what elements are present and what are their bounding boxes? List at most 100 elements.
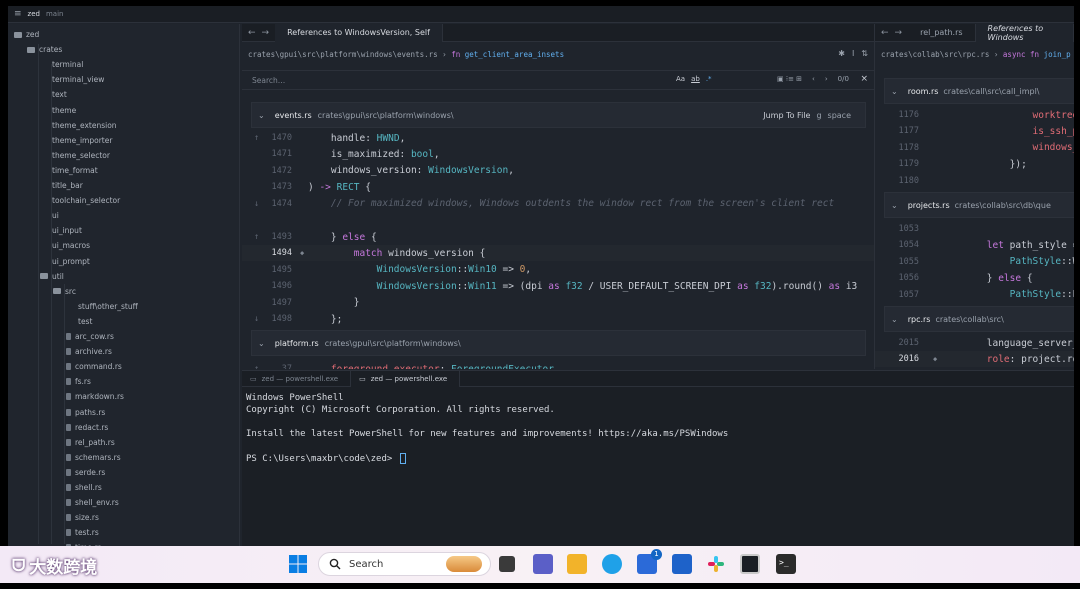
- code-line[interactable]: 1055 PathStyle::W: [875, 254, 1074, 270]
- tree-folder[interactable]: crates: [27, 42, 62, 57]
- gutter-arrow-icon[interactable]: ↑: [254, 232, 259, 242]
- tree-folder[interactable]: ui_prompt: [40, 254, 90, 269]
- terminal-tab-1[interactable]: ▭ zed — powershell.exe: [242, 371, 352, 387]
- code-line[interactable]: 1471 is_maximized: bool,: [242, 146, 874, 162]
- code-line[interactable]: 1178 windows_path: [875, 140, 1074, 156]
- task-view-icon[interactable]: [499, 556, 515, 572]
- search-input[interactable]: Search…: [252, 76, 285, 85]
- excerpt-header-platform[interactable]: ⌄ platform.rs crates\gpui\src\platform\w…: [251, 330, 866, 356]
- whole-word-toggle[interactable]: ab: [691, 75, 700, 83]
- terminal-icon[interactable]: >_: [776, 554, 796, 574]
- code-line[interactable]: 2016 ◆ role: project.ro: [875, 351, 1074, 368]
- breadcrumb[interactable]: crates\gpui\src\platform\windows\events.…: [248, 50, 564, 59]
- excerpt-header-events[interactable]: ⌄ events.rs crates\gpui\src\platform\win…: [251, 102, 866, 128]
- select-all-icon[interactable]: ▣ ⁝≡ ⊞: [777, 75, 802, 83]
- code-line[interactable]: 1177 is_ssh_proje: [875, 123, 1074, 139]
- code-line[interactable]: 1473) -> RECT {: [242, 179, 874, 195]
- tree-folder[interactable]: text: [40, 87, 67, 102]
- tree-file[interactable]: rel_path.rs: [66, 435, 115, 450]
- terminal-panel[interactable]: ▭ zed — powershell.exe ▭ zed — powershell.…: [242, 370, 1074, 546]
- tree-folder[interactable]: ui_input: [40, 223, 82, 238]
- next-match-icon[interactable]: ›: [825, 75, 828, 83]
- tree-folder[interactable]: terminal_view: [40, 72, 104, 87]
- tree-file[interactable]: test.rs: [66, 525, 99, 540]
- project-name[interactable]: zed: [28, 10, 40, 18]
- azure-icon[interactable]: [672, 554, 692, 574]
- tree-file[interactable]: markdown.rs: [66, 389, 124, 404]
- tree-folder[interactable]: title_bar: [40, 178, 83, 193]
- tree-file[interactable]: serde.rs: [66, 465, 105, 480]
- zed-icon[interactable]: [740, 554, 760, 574]
- back-arrow-icon[interactable]: ←: [875, 28, 895, 38]
- menu-icon[interactable]: ≡: [14, 9, 22, 19]
- tree-folder[interactable]: ui_macros: [40, 238, 90, 253]
- tree-folder[interactable]: test: [66, 314, 92, 329]
- gutter-arrow-icon[interactable]: ↓: [254, 199, 259, 209]
- chevron-down-icon[interactable]: ⌄: [885, 315, 908, 324]
- chevron-down-icon[interactable]: ⌄: [252, 339, 275, 348]
- close-icon[interactable]: ×: [860, 74, 868, 84]
- tab-rel-path[interactable]: rel_path.rs: [908, 24, 976, 42]
- code-line[interactable]: 1056 } else {: [875, 270, 1074, 286]
- tree-file[interactable]: command.rs: [66, 359, 122, 374]
- branch-name[interactable]: main: [46, 10, 64, 18]
- code-line[interactable]: 1176 worktrees: p: [875, 107, 1074, 123]
- store-icon[interactable]: 1: [637, 549, 662, 574]
- forward-arrow-icon[interactable]: →: [262, 28, 276, 38]
- chevron-down-icon[interactable]: ⌄: [885, 87, 908, 96]
- terminal-tab-2[interactable]: ▭ zed — powershell.exe: [351, 371, 461, 387]
- tree-folder[interactable]: toolchain_selector: [40, 193, 120, 208]
- gutter-arrow-icon[interactable]: ↓: [254, 314, 259, 324]
- code-line[interactable]: 1496 WindowsVersion::Win11 => (dpi as f3…: [242, 278, 874, 294]
- tree-file[interactable]: shell.rs: [66, 480, 102, 495]
- code-line[interactable]: ↓ 1474 // For maximized windows, Windows …: [242, 196, 874, 212]
- forward-arrow-icon[interactable]: →: [895, 28, 909, 38]
- excerpt-header-room[interactable]: ⌄ room.rs crates\call\src\call_impl\: [884, 78, 1074, 104]
- slack-icon[interactable]: [706, 554, 726, 574]
- chevron-down-icon[interactable]: ⌄: [252, 111, 275, 120]
- jump-to-file-button[interactable]: Jump To File g space: [763, 111, 851, 120]
- tree-folder[interactable]: stuff\other_stuff: [66, 299, 138, 314]
- chevron-down-icon[interactable]: ⌄: [885, 201, 908, 210]
- cursor-icon[interactable]: I: [852, 49, 854, 58]
- case-sensitive-toggle[interactable]: Aa: [676, 75, 685, 83]
- edge-icon[interactable]: [602, 554, 622, 574]
- code-line[interactable]: 2015 language_server_: [875, 335, 1074, 351]
- code-line[interactable]: ↓ 1498 };: [242, 311, 874, 327]
- code-line[interactable]: 1180: [875, 173, 1074, 189]
- excerpt-header-projects[interactable]: ⌄ projects.rs crates\collab\src\db\que: [884, 192, 1074, 218]
- code-line[interactable]: 1179 });: [875, 156, 1074, 172]
- tab-references[interactable]: References to WindowsVersion, Self: [275, 24, 443, 42]
- code-line[interactable]: 1053: [875, 221, 1074, 237]
- prev-match-icon[interactable]: ‹: [812, 75, 815, 83]
- code-line[interactable]: 1057 PathStyle::P: [875, 287, 1074, 303]
- sparkle-icon[interactable]: ✱: [838, 49, 845, 58]
- gutter-arrow-icon[interactable]: ↑: [254, 133, 259, 143]
- code-line[interactable]: 1495 WindowsVersion::Win10 => 0,: [242, 262, 874, 278]
- tree-file[interactable]: arc_cow.rs: [66, 329, 114, 344]
- tree-file[interactable]: archive.rs: [66, 344, 112, 359]
- tree-folder[interactable]: theme: [40, 103, 76, 118]
- gutter-arrow-icon[interactable]: ↑: [254, 364, 259, 369]
- code-line[interactable]: 1054 let path_style =: [875, 237, 1074, 253]
- tree-folder[interactable]: terminal: [40, 57, 83, 72]
- code-line[interactable]: ↑ 1470 handle: HWND,: [242, 130, 874, 146]
- settings-sliders-icon[interactable]: ⇅: [861, 49, 868, 58]
- code-line[interactable]: 1472 windows_version: WindowsVersion,: [242, 163, 874, 179]
- windows-start-icon[interactable]: [288, 554, 308, 574]
- tree-file[interactable]: size.rs: [66, 510, 99, 525]
- breadcrumb[interactable]: crates\collab\src\rpc.rs › async fn join…: [881, 50, 1071, 59]
- tree-file[interactable]: redact.rs: [66, 420, 108, 435]
- code-line[interactable]: ↑ 1493 } else {: [242, 229, 874, 245]
- tree-folder[interactable]: zed: [14, 27, 39, 42]
- tab-references[interactable]: References to Windows: [975, 24, 1074, 42]
- excerpt-header-rpc[interactable]: ⌄ rpc.rs crates\collab\src\: [884, 306, 1074, 332]
- tree-file[interactable]: paths.rs: [66, 405, 105, 420]
- back-arrow-icon[interactable]: ←: [242, 28, 262, 38]
- file-explorer-icon[interactable]: [567, 554, 587, 574]
- regex-toggle[interactable]: .*: [706, 75, 712, 83]
- tree-folder[interactable]: time_format: [40, 163, 98, 178]
- tree-file[interactable]: shell_env.rs: [66, 495, 119, 510]
- taskbar-search[interactable]: Search: [318, 552, 491, 576]
- teams-icon[interactable]: [533, 554, 553, 574]
